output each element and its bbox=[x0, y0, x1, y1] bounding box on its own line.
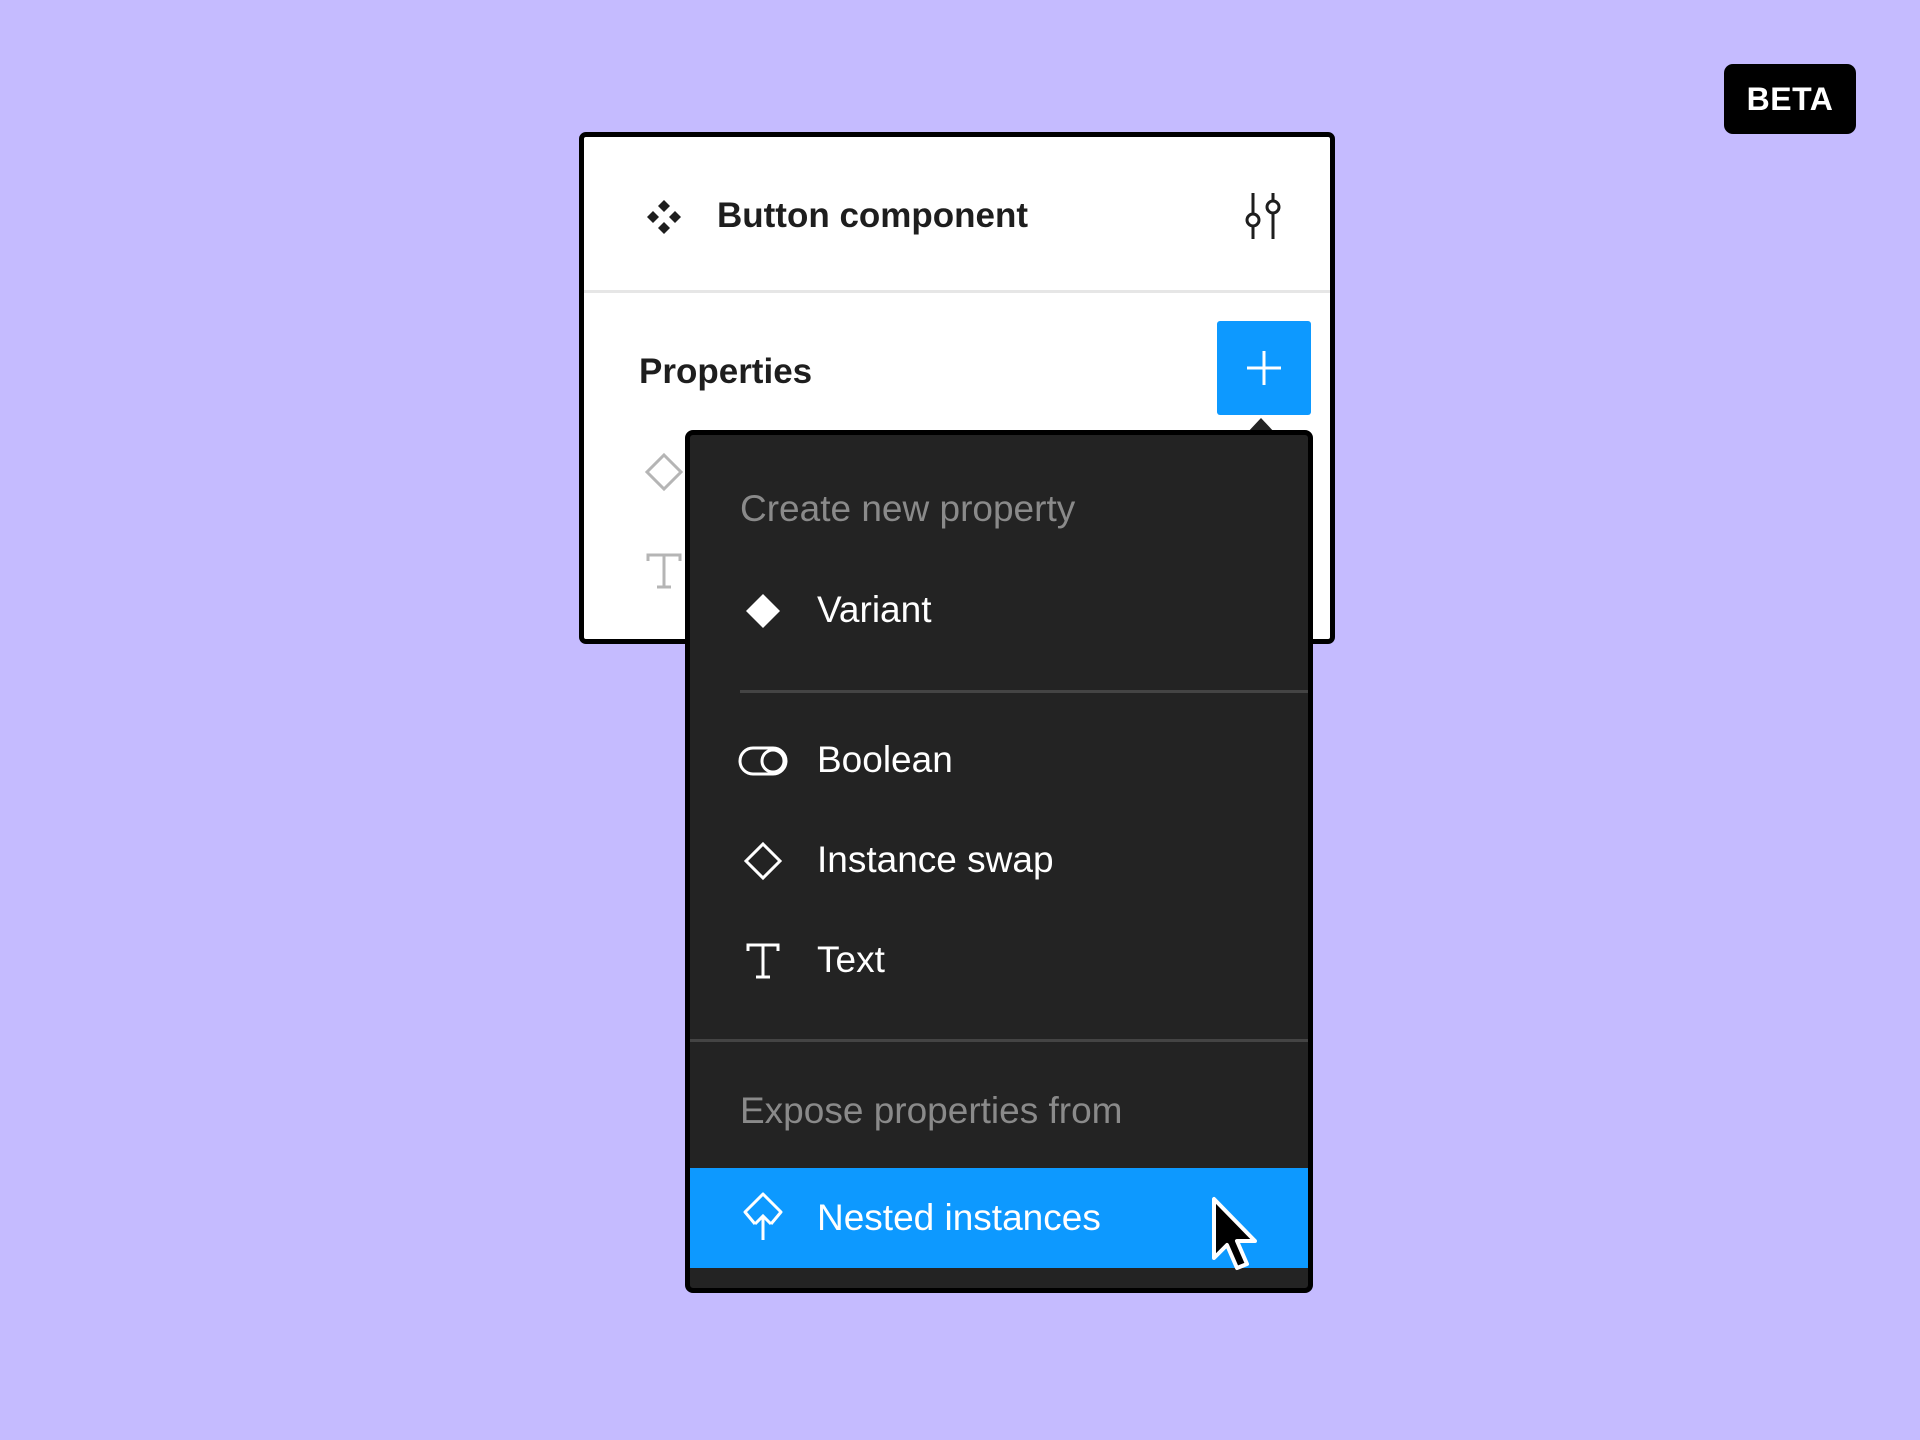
add-property-button[interactable] bbox=[1217, 321, 1311, 415]
mouse-pointer-icon bbox=[1212, 1197, 1257, 1270]
properties-title: Properties bbox=[639, 352, 813, 391]
menu-item-text[interactable]: Text bbox=[690, 913, 1308, 1009]
menu-item-variant[interactable]: Variant bbox=[690, 563, 1308, 659]
plus-icon bbox=[1247, 351, 1281, 385]
menu-item-label: Instance swap bbox=[817, 839, 1054, 880]
menu-item-label: Text bbox=[817, 939, 885, 980]
text-icon bbox=[738, 939, 788, 983]
menu-item-label: Variant bbox=[817, 589, 932, 630]
adjust-settings-icon[interactable] bbox=[1242, 191, 1286, 241]
nested-instance-icon bbox=[738, 1192, 788, 1240]
beta-badge: BETA bbox=[1724, 64, 1856, 134]
create-property-menu: Create new property Variant Boolean Inst… bbox=[685, 430, 1313, 1293]
component-title: Button component bbox=[717, 196, 1029, 235]
menu-separator bbox=[740, 690, 1308, 693]
menu-item-label: Boolean bbox=[817, 739, 953, 780]
diamond-filled-icon bbox=[738, 589, 788, 633]
menu-separator bbox=[690, 1039, 1308, 1042]
menu-item-boolean[interactable]: Boolean bbox=[690, 713, 1308, 809]
menu-item-label: Nested instances bbox=[817, 1197, 1101, 1238]
expose-properties-header: Expose properties from bbox=[740, 1090, 1123, 1131]
create-property-header: Create new property bbox=[740, 488, 1076, 529]
instance-swap-icon bbox=[644, 452, 684, 492]
diamond-outline-icon bbox=[738, 839, 788, 883]
panel-header: Button component bbox=[584, 137, 1330, 293]
toggle-icon bbox=[738, 739, 788, 783]
component-icon bbox=[647, 200, 681, 234]
text-icon bbox=[646, 553, 682, 589]
menu-item-instance-swap[interactable]: Instance swap bbox=[690, 813, 1308, 909]
